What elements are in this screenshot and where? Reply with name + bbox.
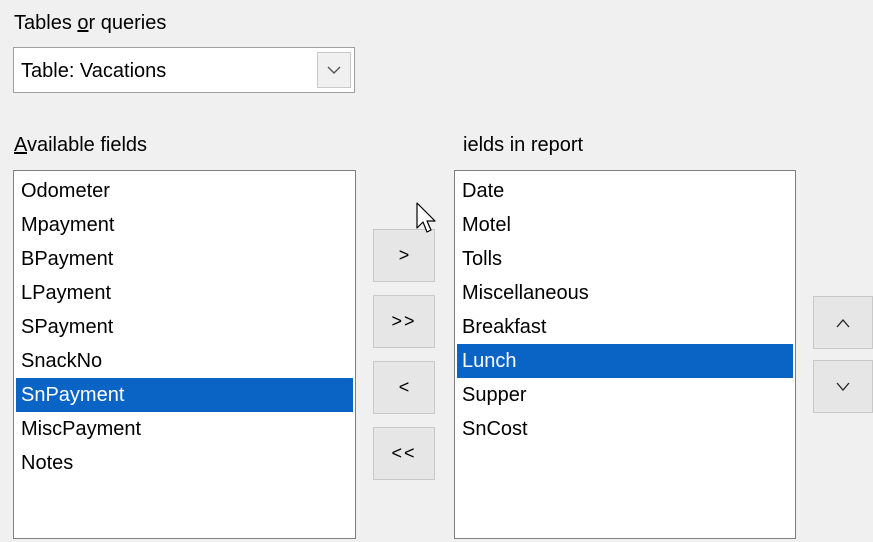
report-field-item[interactable]: Motel: [457, 208, 793, 242]
add-all-fields-button[interactable]: >>: [373, 295, 435, 348]
label-text: ields in report: [463, 134, 584, 156]
fields-in-report-label: ields in report: [463, 133, 583, 157]
available-field-item[interactable]: LPayment: [16, 276, 353, 310]
available-field-item[interactable]: Odometer: [16, 174, 353, 208]
chevron-up-icon: [836, 318, 850, 327]
tables-combobox[interactable]: Table: Vacations: [13, 47, 355, 93]
report-field-item[interactable]: Lunch: [457, 344, 793, 378]
report-field-item[interactable]: Tolls: [457, 242, 793, 276]
label-accelerator: o: [77, 12, 89, 34]
chevron-down-icon: [327, 66, 341, 74]
available-fields-listbox[interactable]: Odometer Mpayment BPayment LPayment SPayment…: [13, 170, 356, 539]
tables-or-queries-label: Tables or queries: [14, 11, 166, 35]
move-up-button[interactable]: [813, 296, 873, 349]
available-field-item[interactable]: Notes: [16, 446, 353, 480]
tables-combobox-dropdown-button[interactable]: [317, 52, 351, 88]
fields-in-report-listbox[interactable]: Date Motel Tolls Miscellaneous Breakfast Lunc…: [454, 170, 796, 539]
remove-all-fields-button-label: <<: [391, 443, 417, 463]
remove-field-button-label: <: [398, 377, 410, 397]
add-all-fields-button-label: >>: [391, 311, 417, 331]
mouse-pointer-icon: [416, 202, 436, 233]
available-field-item[interactable]: Mpayment: [16, 208, 353, 242]
add-field-button[interactable]: >: [373, 229, 435, 282]
available-fields-list: Odometer Mpayment BPayment LPayment SPayment…: [14, 171, 355, 480]
add-field-button-label: >: [398, 245, 410, 265]
label-text-after: vailable fields: [26, 134, 148, 156]
move-down-button[interactable]: [813, 360, 873, 413]
available-field-item[interactable]: MiscPayment: [16, 412, 353, 446]
label-text-after: r queries: [88, 12, 167, 34]
available-field-item[interactable]: SnPayment: [16, 378, 353, 412]
report-field-item[interactable]: Miscellaneous: [457, 276, 793, 310]
label-accelerator: A: [14, 134, 27, 156]
available-field-item[interactable]: BPayment: [16, 242, 353, 276]
available-field-item[interactable]: SnackNo: [16, 344, 353, 378]
available-fields-label: Available fields: [14, 133, 147, 157]
report-field-item[interactable]: Breakfast: [457, 310, 793, 344]
report-field-item[interactable]: Supper: [457, 378, 793, 412]
chevron-down-icon: [836, 382, 850, 391]
fields-in-report-list: Date Motel Tolls Miscellaneous Breakfast Lunc…: [455, 171, 795, 446]
available-field-item[interactable]: SPayment: [16, 310, 353, 344]
tables-combobox-value: Table: Vacations: [21, 60, 167, 82]
label-text-before: Tables: [14, 12, 78, 34]
report-wizard-fields-page: Tables or queries Table: Vacations Avail…: [0, 0, 873, 542]
report-field-item[interactable]: Date: [457, 174, 793, 208]
remove-field-button[interactable]: <: [373, 361, 435, 414]
remove-all-fields-button[interactable]: <<: [373, 427, 435, 480]
report-field-item[interactable]: SnCost: [457, 412, 793, 446]
